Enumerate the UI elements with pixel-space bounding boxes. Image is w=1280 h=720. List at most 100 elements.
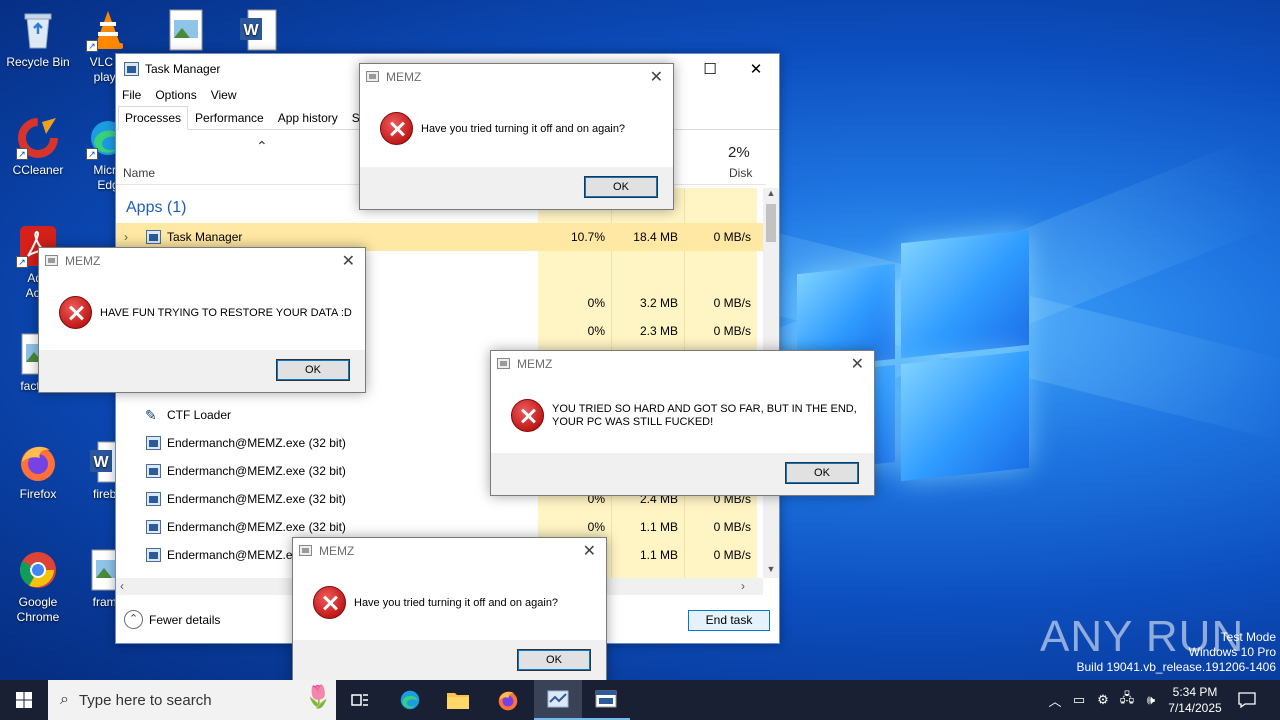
tab-performance[interactable]: Performance	[188, 106, 271, 130]
word-doc-icon: W	[236, 8, 280, 52]
taskbar-edge[interactable]	[386, 680, 434, 720]
tulip-decoration-icon: 🌷	[304, 684, 332, 709]
close-icon[interactable]: ✕	[650, 67, 663, 87]
disk-value: 0 MB/s	[713, 324, 751, 338]
memz-process-icon	[146, 464, 161, 478]
start-button[interactable]	[0, 680, 48, 720]
process-name: Endermanch@MEMZ.exe (32 bit)	[167, 436, 346, 450]
tray-volume[interactable]: 🕪	[1142, 680, 1160, 720]
vlc-icon: ↗	[86, 8, 130, 52]
taskbar-memz[interactable]	[582, 680, 630, 720]
process-name: Endermanch@MEMZ.exe (32 bit)	[167, 492, 346, 506]
sort-chevron-icon[interactable]: ⌃	[256, 138, 268, 155]
disk-value: 0 MB/s	[713, 296, 751, 310]
app-icon	[299, 545, 312, 556]
test-mode-watermark: Test Mode Windows 10 Pro Build 19041.vb_…	[1077, 630, 1277, 675]
process-name: Endermanch@MEMZ.exe	[167, 548, 306, 562]
clock-date: 7/14/2025	[1168, 701, 1222, 715]
scroll-up-icon[interactable]: ▲	[763, 188, 779, 202]
task-manager-icon	[547, 690, 569, 708]
notification-icon	[1238, 692, 1256, 708]
tab-processes[interactable]: Processes	[118, 106, 189, 130]
maximize-button[interactable]: ☐	[687, 54, 733, 84]
memz-dialog: MEMZ ✕ Have you tried turning it off and…	[359, 63, 674, 210]
dialog-title: MEMZ	[386, 70, 422, 84]
task-view-icon	[351, 694, 368, 706]
close-icon[interactable]: ✕	[583, 541, 596, 561]
column-header-disk[interactable]: Disk	[729, 166, 752, 180]
clock[interactable]: 5:34 PM 7/14/2025	[1162, 680, 1228, 720]
tray-network[interactable]: 🖧	[1118, 680, 1136, 720]
taskbar-task-manager[interactable]	[534, 680, 582, 720]
taskbar: ⌕ Type here to search 🌷 ︿ ▭ ⚙ 🖧 🕪 5:34 P…	[0, 680, 1280, 720]
scroll-right-icon[interactable]: ›	[741, 579, 745, 593]
show-hidden-icons[interactable]: ︿	[1046, 680, 1064, 720]
close-icon[interactable]: ✕	[851, 354, 864, 374]
end-task-button[interactable]: End task	[688, 610, 770, 631]
disk-value: 0 MB/s	[713, 520, 751, 534]
firefox-icon	[498, 691, 518, 711]
memz-process-icon	[146, 436, 161, 450]
process-name: CTF Loader	[167, 408, 232, 422]
desktop-icon-image[interactable]	[148, 8, 224, 55]
taskbar-file-explorer[interactable]	[434, 680, 482, 720]
desktop-icon-label: Firefox	[19, 487, 57, 501]
tab-app-history[interactable]: App history	[271, 106, 345, 130]
column-header-name[interactable]: Name	[123, 166, 155, 180]
dialog-title-bar[interactable]: MEMZ	[491, 351, 874, 377]
fewer-details-link[interactable]: Fewer details	[149, 613, 220, 627]
desktop-icon-recycle-bin[interactable]: Recycle Bin	[0, 8, 76, 70]
ok-button[interactable]: OK	[276, 359, 350, 381]
close-icon: ✕	[749, 61, 763, 78]
task-view-button[interactable]	[336, 680, 384, 720]
dialog-message: HAVE FUN TRYING TO RESTORE YOUR DATA :D	[100, 307, 352, 319]
image-file-icon	[164, 8, 208, 52]
shortcut-arrow-icon: ↗	[86, 148, 98, 160]
dialog-title-bar[interactable]: MEMZ	[360, 64, 673, 90]
search-placeholder: Type here to search	[78, 691, 212, 709]
recycle-bin-icon	[16, 8, 60, 52]
dialog-footer: OK	[39, 350, 365, 392]
svg-text:W: W	[243, 22, 259, 39]
tray-device[interactable]: ⚙	[1094, 680, 1112, 720]
dialog-message: Have you tried turning it off and on aga…	[354, 597, 559, 609]
tray-battery[interactable]: ▭	[1070, 680, 1088, 720]
disk-value: 0 MB/s	[713, 230, 751, 244]
search-box[interactable]: ⌕ Type here to search 🌷	[48, 680, 336, 720]
error-icon	[313, 586, 346, 619]
close-button[interactable]: ✕	[733, 54, 779, 84]
close-icon[interactable]: ✕	[342, 251, 355, 271]
maximize-icon: ☐	[703, 61, 717, 78]
scroll-left-icon[interactable]: ‹	[120, 579, 124, 593]
ok-button[interactable]: OK	[584, 176, 658, 198]
desktop-icon-firefox[interactable]: Firefox	[0, 440, 76, 502]
desktop-icon-chrome[interactable]: Google Chrome	[0, 548, 76, 625]
desktop-icon-word-doc[interactable]: W	[220, 8, 296, 55]
cpu-value: 10.7%	[570, 230, 605, 244]
ok-button[interactable]: OK	[785, 462, 859, 484]
error-icon	[511, 399, 544, 432]
menu-view[interactable]: View	[211, 88, 237, 102]
task-manager-icon	[124, 62, 139, 76]
dialog-title: MEMZ	[319, 544, 355, 558]
fewer-details-icon[interactable]: ⌃	[124, 610, 143, 629]
dialog-title-bar[interactable]: MEMZ	[39, 248, 365, 274]
scrollbar-thumb[interactable]	[766, 204, 776, 242]
desktop-icon-ccleaner[interactable]: ↗ CCleaner	[0, 116, 76, 178]
task-manager-icon	[146, 230, 161, 244]
memz-process-icon	[146, 520, 161, 534]
menu-options[interactable]: Options	[155, 88, 196, 102]
device-icon: ⚙	[1097, 692, 1109, 707]
ok-button[interactable]: OK	[517, 649, 591, 671]
cpu-value: 0%	[587, 296, 605, 310]
app-icon	[366, 71, 379, 82]
windows-start-icon	[16, 692, 32, 708]
dialog-footer: OK	[293, 640, 606, 682]
menu-file[interactable]: File	[122, 88, 141, 102]
action-center-button[interactable]	[1232, 680, 1262, 720]
taskbar-firefox[interactable]	[484, 680, 532, 720]
scroll-down-icon[interactable]: ▼	[763, 564, 779, 578]
dialog-footer: OK	[360, 167, 673, 209]
dialog-title-bar[interactable]: MEMZ	[293, 538, 606, 564]
dialog-message: Have you tried turning it off and on aga…	[421, 123, 626, 135]
